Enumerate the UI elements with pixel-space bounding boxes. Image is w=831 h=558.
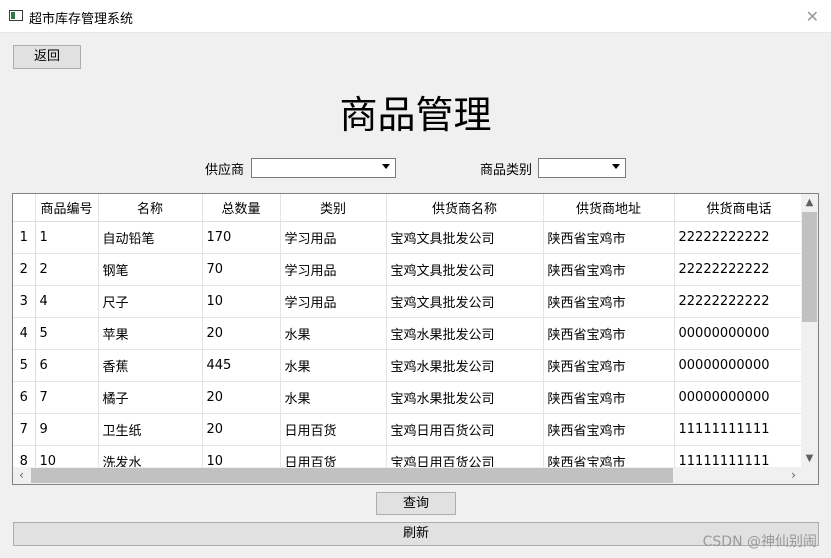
table-cell[interactable]: 陕西省宝鸡市: [543, 413, 675, 446]
table-cell[interactable]: 宝鸡水果批发公司: [386, 381, 544, 414]
table-row[interactable]: 1 1 自动铅笔 170 学习用品 宝鸡文具批发公司 陕西省宝鸡市 222222…: [13, 221, 805, 254]
table-cell[interactable]: 陕西省宝鸡市: [543, 317, 675, 350]
table-cell[interactable]: 2: [35, 253, 99, 286]
page-title: 商品管理: [339, 93, 492, 137]
table-cell[interactable]: 11111111111: [674, 413, 805, 446]
column-header[interactable]: 供货商电话: [674, 194, 805, 222]
table-cell[interactable]: 自动铅笔: [98, 221, 203, 254]
column-header[interactable]: 供货商地址: [543, 194, 675, 222]
table-cell[interactable]: 20: [202, 381, 281, 414]
table-cell[interactable]: 宝鸡水果批发公司: [386, 349, 544, 382]
table-row[interactable]: 4 5 苹果 20 水果 宝鸡水果批发公司 陕西省宝鸡市 00000000000: [13, 317, 805, 350]
column-header[interactable]: 总数量: [202, 194, 281, 222]
table-cell[interactable]: 学习用品: [280, 221, 387, 254]
scroll-up-icon[interactable]: ▲: [801, 194, 818, 211]
scroll-left-icon[interactable]: ‹: [13, 467, 30, 484]
table-cell[interactable]: 香蕉: [98, 349, 203, 382]
table-cell[interactable]: 22222222222: [674, 285, 805, 318]
refresh-button[interactable]: 刷新: [13, 522, 819, 546]
column-header[interactable]: 供货商名称: [386, 194, 544, 222]
table-cell[interactable]: 卫生纸: [98, 413, 203, 446]
table-cell[interactable]: 6: [35, 349, 99, 382]
table-row[interactable]: 3 4 尺子 10 学习用品 宝鸡文具批发公司 陕西省宝鸡市 222222222…: [13, 285, 805, 318]
window-title: 超市库存管理系统: [29, 12, 134, 27]
table-row[interactable]: 6 7 橘子 20 水果 宝鸡水果批发公司 陕西省宝鸡市 00000000000: [13, 381, 805, 414]
table-row[interactable]: 7 9 卫生纸 20 日用百货 宝鸡日用百货公司 陕西省宝鸡市 11111111…: [13, 413, 805, 446]
table-cell[interactable]: 尺子: [98, 285, 203, 318]
table-cell[interactable]: 苹果: [98, 317, 203, 350]
row-number[interactable]: 7: [13, 413, 36, 446]
category-label: 商品类别: [480, 163, 533, 178]
table-cell[interactable]: 陕西省宝鸡市: [543, 285, 675, 318]
table-cell[interactable]: 1: [35, 221, 99, 254]
column-header[interactable]: 类别: [280, 194, 387, 222]
close-icon[interactable]: ✕: [806, 7, 819, 26]
product-grid: 商品编号 名称 总数量 类别 供货商名称 供货商地址 供货商电话 1 1 自动铅…: [13, 194, 805, 478]
table-cell[interactable]: 00000000000: [674, 381, 805, 414]
horizontal-scrollbar[interactable]: ‹ ›: [13, 467, 802, 484]
row-number[interactable]: 2: [13, 253, 36, 286]
table-cell[interactable]: 10: [202, 285, 281, 318]
table-cell[interactable]: 陕西省宝鸡市: [543, 253, 675, 286]
back-button[interactable]: 返回: [13, 45, 81, 69]
table-cell[interactable]: 宝鸡水果批发公司: [386, 317, 544, 350]
table-header-row: 商品编号 名称 总数量 类别 供货商名称 供货商地址 供货商电话: [13, 194, 805, 222]
table-cell[interactable]: 水果: [280, 317, 387, 350]
table-cell[interactable]: 钢笔: [98, 253, 203, 286]
horizontal-scroll-thumb[interactable]: [31, 468, 673, 483]
scrollbar-corner: [801, 467, 818, 484]
table-cell[interactable]: 7: [35, 381, 99, 414]
table-cell[interactable]: 20: [202, 413, 281, 446]
category-select[interactable]: [538, 158, 626, 178]
scroll-right-icon[interactable]: ›: [785, 467, 802, 484]
table-cell[interactable]: 22222222222: [674, 221, 805, 254]
table-cell[interactable]: 学习用品: [280, 285, 387, 318]
table-cell[interactable]: 宝鸡文具批发公司: [386, 221, 544, 254]
chevron-down-icon: [382, 164, 390, 169]
table-row[interactable]: 2 2 钢笔 70 学习用品 宝鸡文具批发公司 陕西省宝鸡市 222222222…: [13, 253, 805, 286]
table-cell[interactable]: 00000000000: [674, 317, 805, 350]
vertical-scroll-thumb[interactable]: [802, 212, 817, 322]
table-cell[interactable]: 5: [35, 317, 99, 350]
table-cell[interactable]: 22222222222: [674, 253, 805, 286]
watermark: CSDN @神仙别闹: [702, 534, 817, 550]
table-cell[interactable]: 170: [202, 221, 281, 254]
table-cell[interactable]: 宝鸡日用百货公司: [386, 413, 544, 446]
table-cell[interactable]: 橘子: [98, 381, 203, 414]
table-cell[interactable]: 陕西省宝鸡市: [543, 349, 675, 382]
corner-header: [13, 194, 36, 222]
table-cell[interactable]: 日用百货: [280, 413, 387, 446]
supplier-select[interactable]: [251, 158, 396, 178]
scroll-down-icon[interactable]: ▼: [801, 450, 818, 467]
supplier-label: 供应商: [205, 163, 245, 178]
table-cell[interactable]: 宝鸡文具批发公司: [386, 285, 544, 318]
table-cell[interactable]: 4: [35, 285, 99, 318]
row-number[interactable]: 4: [13, 317, 36, 350]
row-number[interactable]: 6: [13, 381, 36, 414]
vertical-scrollbar[interactable]: ▲ ▼: [801, 194, 818, 467]
title-bar: 超市库存管理系统 ✕: [0, 0, 831, 33]
table-row[interactable]: 5 6 香蕉 445 水果 宝鸡水果批发公司 陕西省宝鸡市 0000000000…: [13, 349, 805, 382]
query-button[interactable]: 查询: [376, 492, 456, 515]
row-number[interactable]: 3: [13, 285, 36, 318]
product-table[interactable]: 商品编号 名称 总数量 类别 供货商名称 供货商地址 供货商电话 1 1 自动铅…: [12, 193, 819, 485]
table-cell[interactable]: 70: [202, 253, 281, 286]
table-cell[interactable]: 445: [202, 349, 281, 382]
table-cell[interactable]: 水果: [280, 381, 387, 414]
table-cell[interactable]: 陕西省宝鸡市: [543, 221, 675, 254]
column-header[interactable]: 商品编号: [35, 194, 99, 222]
table-cell[interactable]: 宝鸡文具批发公司: [386, 253, 544, 286]
row-number[interactable]: 5: [13, 349, 36, 382]
table-cell[interactable]: 20: [202, 317, 281, 350]
table-cell[interactable]: 学习用品: [280, 253, 387, 286]
column-header[interactable]: 名称: [98, 194, 203, 222]
row-number[interactable]: 1: [13, 221, 36, 254]
table-cell[interactable]: 00000000000: [674, 349, 805, 382]
chevron-down-icon: [612, 164, 620, 169]
app-icon: [9, 10, 23, 21]
table-cell[interactable]: 9: [35, 413, 99, 446]
table-cell[interactable]: 水果: [280, 349, 387, 382]
table-cell[interactable]: 陕西省宝鸡市: [543, 381, 675, 414]
